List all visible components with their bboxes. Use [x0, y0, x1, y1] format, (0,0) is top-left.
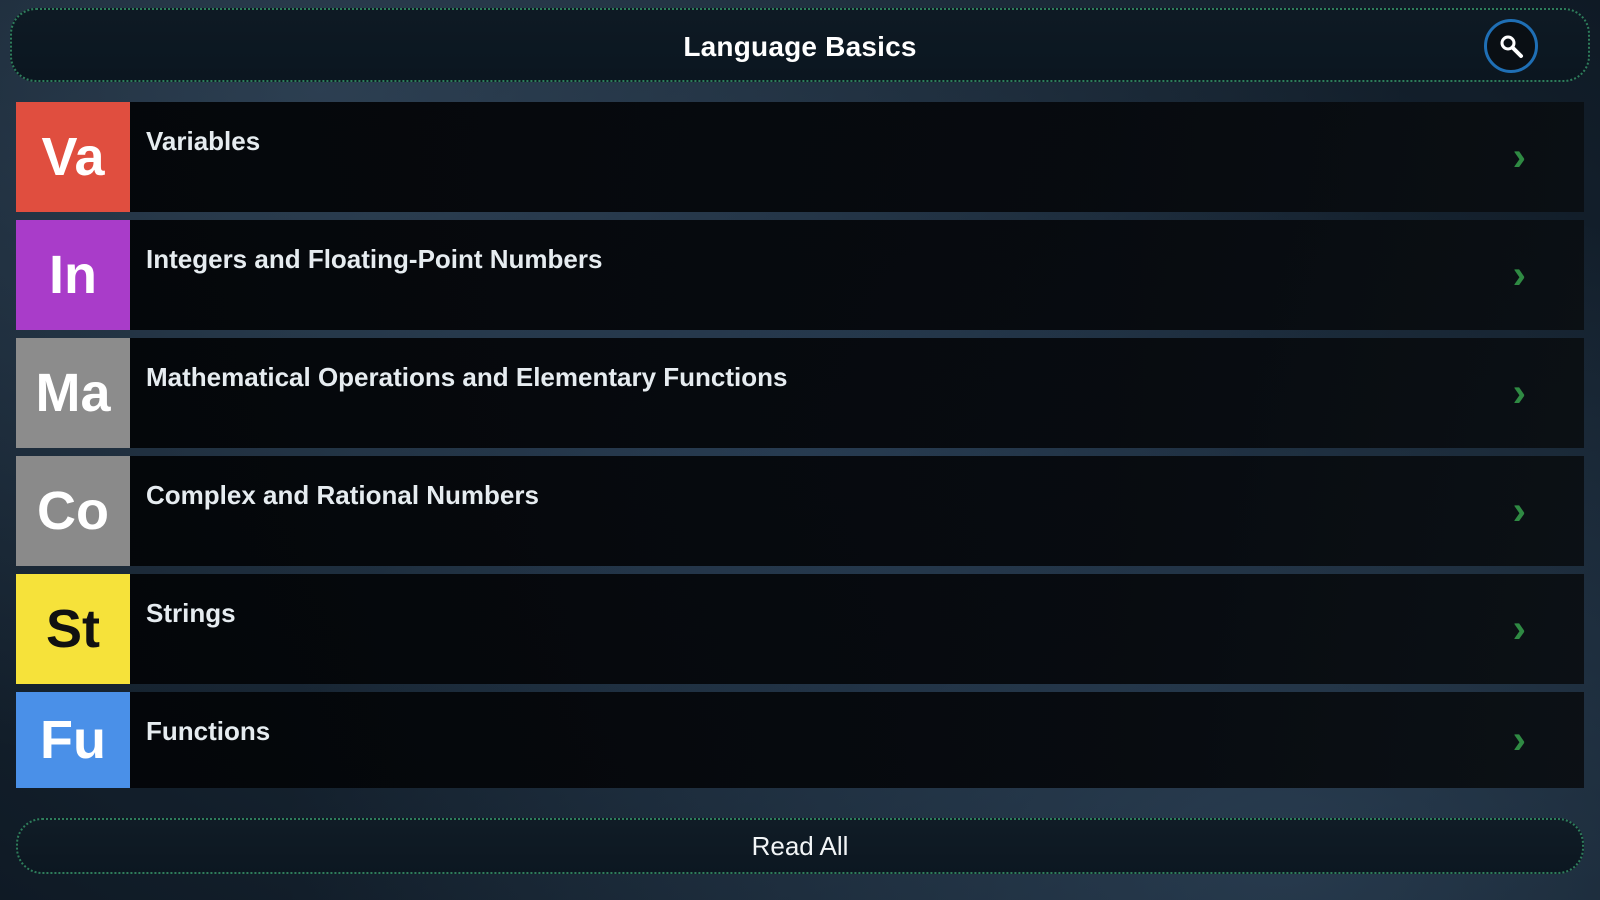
- topic-title: Integers and Floating-Point Numbers: [146, 244, 603, 274]
- topic-abbr: Co: [37, 481, 109, 541]
- list-item[interactable]: Ma Mathematical Operations and Elementar…: [16, 338, 1584, 448]
- topic-tile: Ma: [16, 338, 130, 448]
- list-item[interactable]: In Integers and Floating-Point Numbers ›: [16, 220, 1584, 330]
- topic-title: Functions: [146, 716, 271, 746]
- chevron-right-icon: ›: [1512, 253, 1526, 297]
- chevron-right-icon: ›: [1512, 607, 1526, 651]
- topic-abbr: Ma: [35, 363, 111, 423]
- chevron-right-icon: ›: [1512, 718, 1526, 762]
- topic-title: Variables: [146, 126, 261, 156]
- chevron-right-icon: ›: [1512, 135, 1526, 179]
- read-all-button[interactable]: Read All: [16, 818, 1584, 874]
- topic-title: Complex and Rational Numbers: [146, 480, 539, 510]
- topic-tile: In: [16, 220, 130, 330]
- topic-title: Strings: [146, 598, 236, 628]
- topic-abbr: Fu: [40, 710, 106, 770]
- search-button[interactable]: [1484, 19, 1538, 73]
- topic-tile: St: [16, 574, 130, 684]
- chevron-right-icon: ›: [1512, 489, 1526, 533]
- topic-abbr: Va: [41, 127, 105, 187]
- topic-tile: Co: [16, 456, 130, 566]
- topic-abbr: St: [46, 599, 100, 659]
- topic-title: Mathematical Operations and Elementary F…: [146, 362, 788, 392]
- topic-list: Va Variables › In Integers and Floating-…: [16, 102, 1584, 788]
- list-item[interactable]: Fu Functions ›: [16, 692, 1584, 788]
- app-header: Language Basics: [10, 8, 1590, 82]
- topic-abbr: In: [49, 245, 97, 305]
- topic-tile: Va: [16, 102, 130, 212]
- search-icon: [1500, 35, 1523, 58]
- chevron-right-icon: ›: [1512, 371, 1526, 415]
- list-item[interactable]: St Strings ›: [16, 574, 1584, 684]
- list-item[interactable]: Va Variables ›: [16, 102, 1584, 212]
- list-item[interactable]: Co Complex and Rational Numbers ›: [16, 456, 1584, 566]
- topic-tile: Fu: [16, 692, 130, 788]
- page-title: Language Basics: [683, 31, 917, 62]
